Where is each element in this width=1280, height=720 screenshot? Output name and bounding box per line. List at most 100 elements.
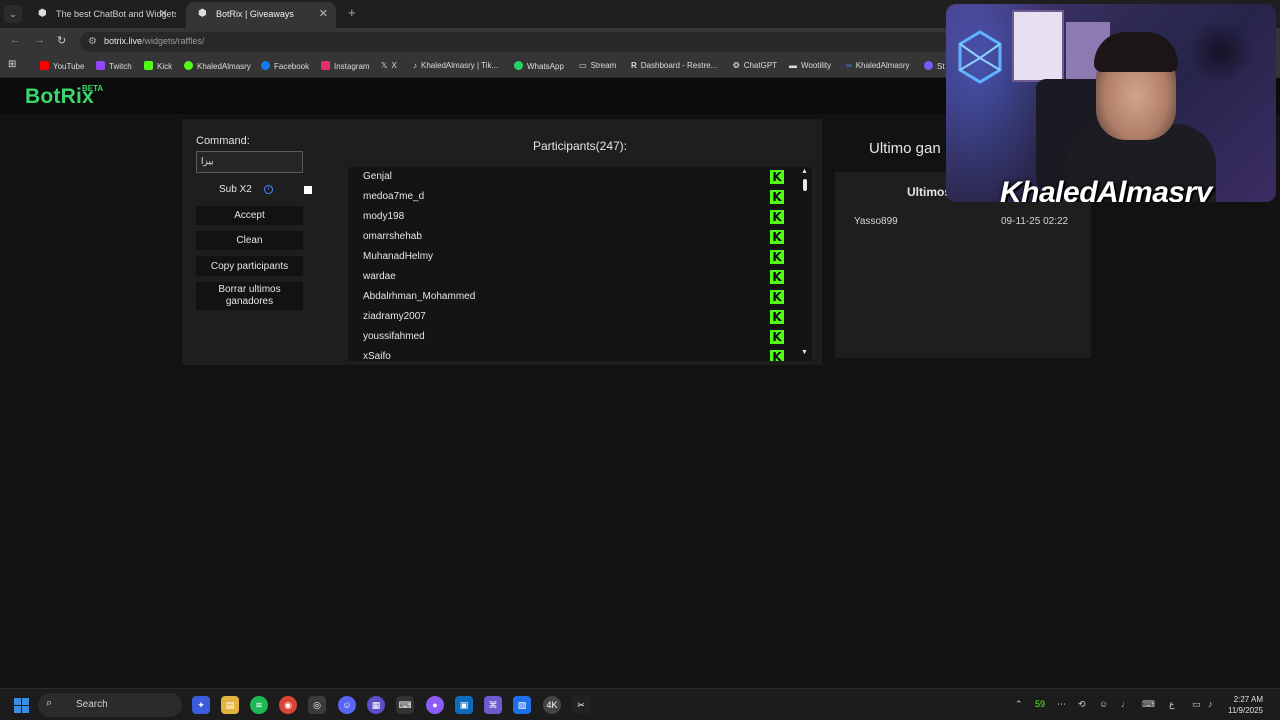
kick-badge-icon: K <box>770 270 784 284</box>
x-logo-icon: 𝕏 <box>381 61 388 70</box>
bookmark-whatsapp[interactable]: WhatsApp <box>514 61 564 71</box>
kick-badge-icon: K <box>770 170 784 184</box>
sub-x2-checkbox[interactable] <box>304 186 312 194</box>
tray-back-icon[interactable]: ⟲ <box>1078 699 1086 710</box>
bookmark-x[interactable]: 𝕏X <box>381 61 397 70</box>
meta-icon: ∞ <box>846 61 852 70</box>
accept-button[interactable]: Accept <box>196 206 303 225</box>
command-label: Command: <box>196 135 250 147</box>
bookmark-st[interactable]: St <box>924 61 945 71</box>
close-icon[interactable]: ✕ <box>319 2 328 26</box>
copilot-icon[interactable]: ✦ <box>192 696 210 714</box>
reload-icon[interactable]: ↻ <box>57 34 66 47</box>
bookmark-wootility[interactable]: ▬ Wootility <box>789 61 831 70</box>
bookmark-khaledalmasry-meta[interactable]: ∞ KhaledAlmasry <box>846 61 910 70</box>
youtube-icon <box>40 61 49 70</box>
beta-badge: BETA <box>82 84 104 93</box>
scroll-down-arrow-icon[interactable]: ▼ <box>801 349 808 356</box>
taskbar-search[interactable]: ⌕ Search <box>38 693 182 717</box>
scroll-thumb[interactable] <box>803 179 807 191</box>
windows-start-icon[interactable] <box>14 698 29 713</box>
bookmark-youtube[interactable]: YouTube <box>40 61 84 71</box>
forward-arrow-icon[interactable]: → <box>34 34 45 46</box>
bookmark-khaledalmasry[interactable]: KhaledAlmasry <box>184 61 251 71</box>
gpu-temp: 59 <box>1035 699 1046 709</box>
list-item: medoa7me_d K <box>348 187 798 207</box>
new-tab-plus-icon[interactable]: + <box>348 5 356 20</box>
bookmark-stream[interactable]: ▭ Stream <box>579 61 616 70</box>
command-input[interactable] <box>196 151 303 173</box>
folder-icon: ▭ <box>579 61 587 70</box>
last-winners-title: Ultimo gan <box>869 140 941 157</box>
microphone-icon[interactable]: ♩ <box>1121 699 1130 709</box>
list-item: ziadramy2007 K <box>348 307 798 327</box>
file-explorer-icon[interactable]: ▤ <box>221 696 239 714</box>
chevron-up-icon[interactable]: ⌃ <box>1015 699 1023 710</box>
scroll-up-arrow-icon[interactable]: ▲ <box>801 168 808 175</box>
list-item: youssifahmed K <box>348 327 798 347</box>
close-icon[interactable]: ✕ <box>159 2 168 26</box>
whatsapp-icon <box>514 61 523 70</box>
apps-grid-icon[interactable]: ⊞ <box>8 59 16 70</box>
tab-search-icon[interactable]: ⌄ <box>4 5 22 23</box>
list-item: MuhanadHelmy K <box>348 247 798 267</box>
store-icon[interactable]: ▣ <box>455 696 473 714</box>
capture-icon[interactable]: ▧ <box>513 696 531 714</box>
neon-logo-icon <box>958 30 1002 84</box>
streamlabs-icon <box>924 61 933 70</box>
list-item: mody198 K <box>348 207 798 227</box>
kick-icon <box>144 61 153 70</box>
url-text: botrix.live/widgets/raffles/ <box>104 36 205 46</box>
tab-giveaways[interactable]: ⬢ BotRix | Giveaways ✕ <box>186 2 336 28</box>
back-arrow-icon[interactable]: ← <box>10 34 21 46</box>
app-icon[interactable]: ▦ <box>367 696 385 714</box>
tray-discord-icon[interactable]: ☺ <box>1099 699 1108 709</box>
bookmark-dashboard[interactable]: R Dashboard - Restre... <box>631 61 717 70</box>
copy-participants-button[interactable]: Copy participants <box>196 256 303 276</box>
restream-icon: R <box>631 61 637 70</box>
4k-video-icon[interactable]: 4K <box>543 696 561 714</box>
bookmark-twitch[interactable]: Twitch <box>96 61 132 71</box>
bookmark-kick[interactable]: Kick <box>144 61 172 71</box>
info-icon[interactable]: i <box>264 185 273 194</box>
gamepad-icon[interactable]: ⌘ <box>484 696 502 714</box>
tab-title: BotRix | Giveaways <box>216 9 294 19</box>
taskbar: ⌕ Search ✦ ▤ ≋ ◉ ◎ ☺ ▦ ⌨ ● ▣ ⌘ ▧ 4K ✂ ⌃ … <box>0 688 1280 720</box>
winner-name: Yasso899 <box>854 216 898 227</box>
participants-list[interactable]: Genjal K medoa7me_d K mody198 K omarrshehab… <box>348 167 812 361</box>
language-icon[interactable]: ع <box>1169 699 1174 710</box>
keyboard-icon[interactable]: ⌨ <box>396 696 414 714</box>
bookmark-tiktok[interactable]: ♪ KhaledAlmasry | Tik... <box>413 61 498 70</box>
clock[interactable]: 2:27 AM 11/9/2025 <box>1228 694 1263 716</box>
network-icon[interactable]: ▭ <box>1192 699 1201 710</box>
tray-app-icon[interactable]: ⋯ <box>1057 699 1066 710</box>
obs-icon[interactable]: ◎ <box>308 696 326 714</box>
kick-badge-icon: K <box>770 250 784 264</box>
discord-icon[interactable]: ☺ <box>338 696 356 714</box>
bookmark-instagram[interactable]: Instagram <box>321 61 370 71</box>
bookmark-chatgpt[interactable]: ❂ ChatGPT <box>733 61 777 70</box>
search-icon: ⌕ <box>46 697 53 709</box>
volume-icon[interactable]: ♪ <box>1208 699 1213 709</box>
bookmark-facebook[interactable]: Facebook <box>261 61 309 71</box>
list-item: wardae K <box>348 267 798 287</box>
chrome-icon[interactable]: ◉ <box>279 696 297 714</box>
clean-button[interactable]: Clean <box>196 231 303 250</box>
streamer-name: KhaledAlmasry <box>1000 176 1212 202</box>
participants-scrollbar[interactable]: ▲ ▼ <box>798 167 812 361</box>
botrix-favicon-icon: ⬢ <box>198 8 207 19</box>
streamlabs-icon[interactable]: ● <box>426 696 444 714</box>
site-info-icon[interactable]: ⚙ <box>88 36 97 47</box>
list-item: omarrshehab K <box>348 227 798 247</box>
spotify-icon[interactable]: ≋ <box>250 696 268 714</box>
kick-badge-icon: K <box>770 210 784 224</box>
kick-profile-icon <box>184 61 193 70</box>
instagram-icon <box>321 61 330 70</box>
botrix-favicon-icon: ⬢ <box>38 8 47 19</box>
kick-badge-icon: K <box>770 190 784 204</box>
tray-keyboard-icon[interactable]: ⌨ <box>1142 699 1155 710</box>
capcut-icon[interactable]: ✂ <box>572 696 590 714</box>
clear-winners-button[interactable]: Borrar ultimos ganadores <box>196 282 303 310</box>
url-field[interactable]: ⚙ botrix.live/widgets/raffles/ <box>80 32 950 52</box>
tab-chatbot[interactable]: ⬢ The best ChatBot and Widgets ✕ <box>26 2 176 28</box>
